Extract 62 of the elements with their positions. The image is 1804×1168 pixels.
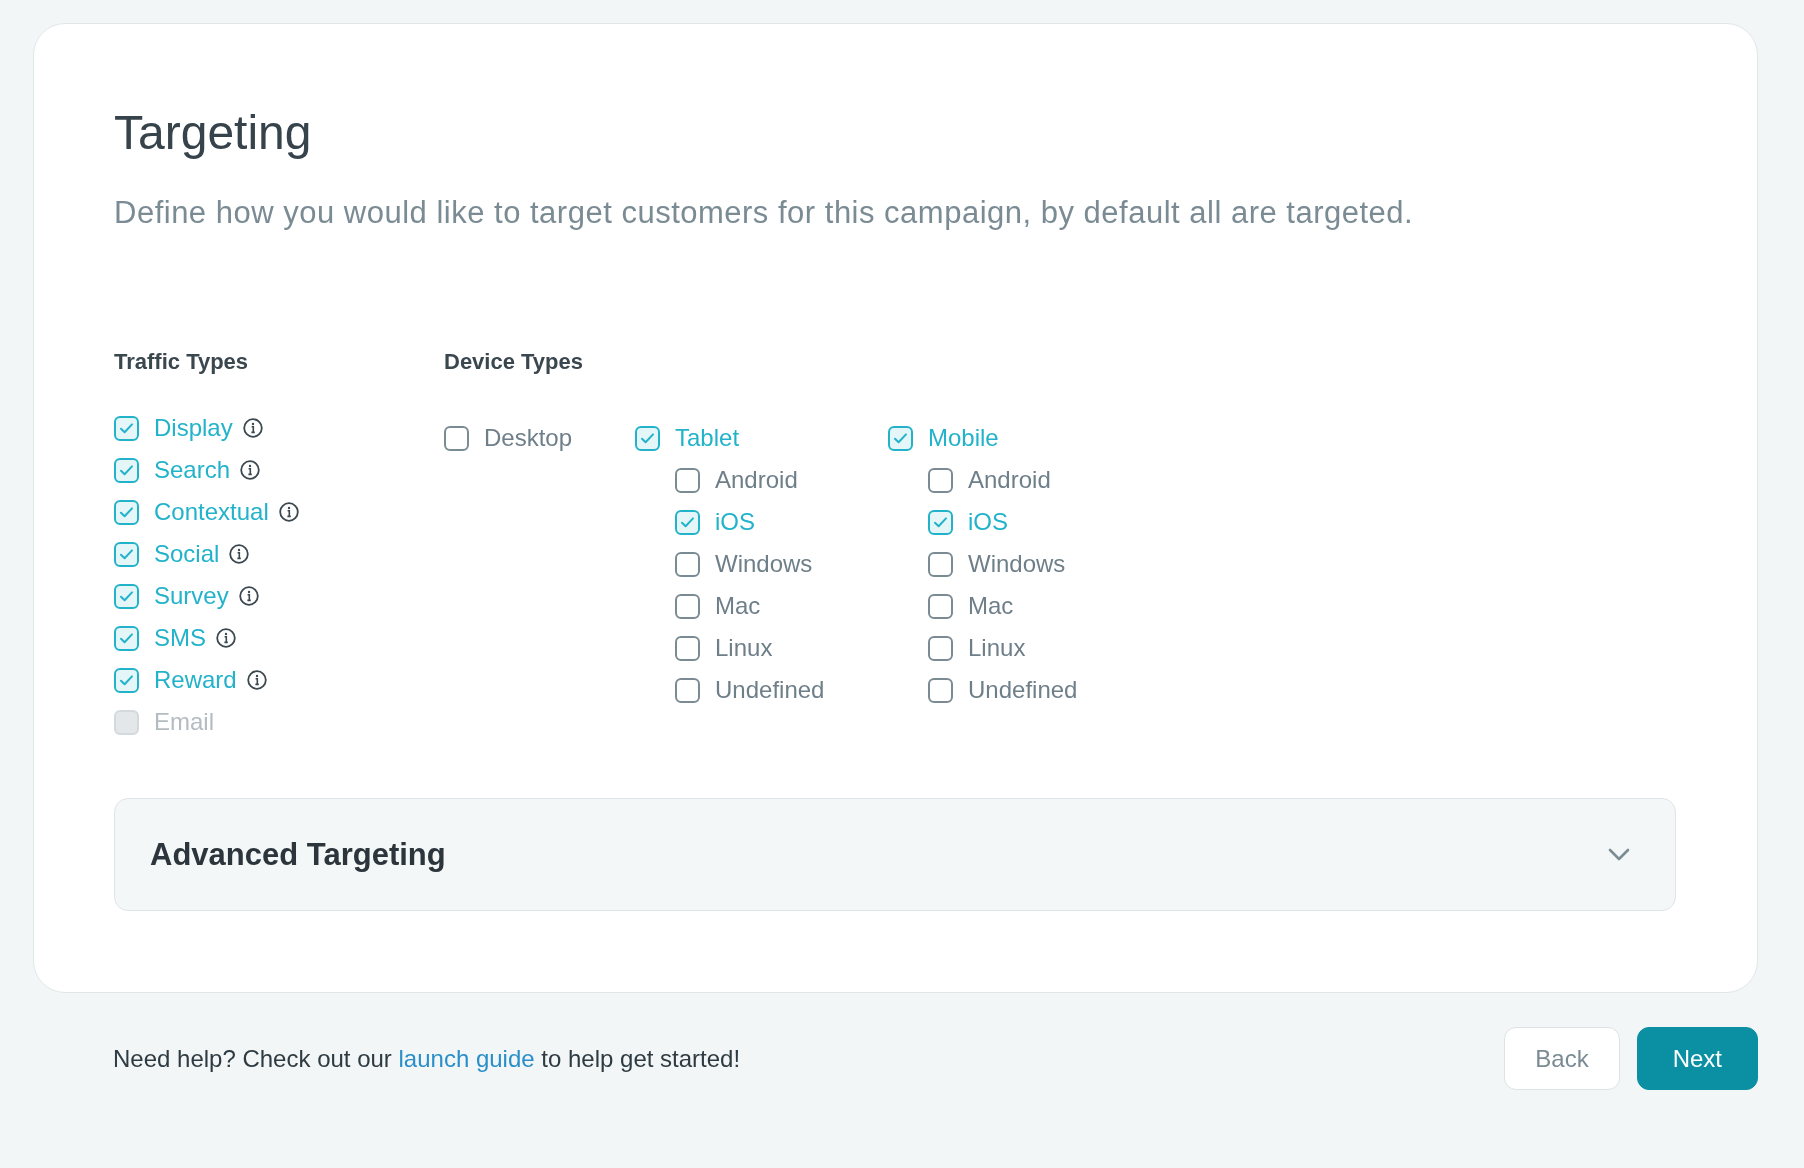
option-label[interactable]: Android <box>715 465 798 495</box>
option-label[interactable]: SMS <box>154 623 206 653</box>
launch-guide-link[interactable]: launch guide <box>398 1044 535 1072</box>
checkbox[interactable] <box>114 457 139 483</box>
option-label[interactable]: Linux <box>968 633 1026 663</box>
checkbox[interactable] <box>114 499 139 525</box>
checkbox[interactable] <box>928 677 953 703</box>
checkbox[interactable] <box>114 541 139 567</box>
checkbox[interactable] <box>675 635 700 661</box>
section-heading: Device Types <box>444 348 583 376</box>
checkbox[interactable] <box>928 467 953 493</box>
checkbox[interactable] <box>114 583 139 609</box>
option-label[interactable]: Linux <box>715 633 773 663</box>
checkbox[interactable] <box>114 625 139 651</box>
option-label[interactable]: Contextual <box>154 497 269 527</box>
checkbox[interactable] <box>928 509 953 535</box>
option-label[interactable]: Android <box>968 465 1051 495</box>
checkbox[interactable] <box>675 551 700 577</box>
info-icon[interactable] <box>278 502 299 522</box>
checkbox[interactable] <box>635 425 660 451</box>
option-label[interactable]: iOS <box>968 507 1008 537</box>
section-heading: Traffic Types <box>114 348 249 376</box>
option-label[interactable]: Desktop <box>484 423 573 453</box>
option-label[interactable]: Windows <box>968 549 1066 579</box>
info-icon[interactable] <box>229 544 250 564</box>
page-description: Define how you would like to target customers for this campaign, by default all are targeted. <box>114 195 1414 231</box>
option-label[interactable]: iOS <box>715 507 755 537</box>
info-icon[interactable] <box>242 418 263 438</box>
info-icon[interactable] <box>246 670 267 690</box>
next-button[interactable]: Next <box>1636 1027 1758 1090</box>
option-label[interactable]: Survey <box>154 581 229 611</box>
option-label[interactable]: Display <box>154 413 233 443</box>
option-label[interactable]: Social <box>154 539 220 569</box>
page-title: Targeting <box>114 105 312 161</box>
info-icon[interactable] <box>238 586 259 606</box>
advanced-targeting-panel[interactable]: Advanced Targeting <box>114 798 1676 911</box>
option-label[interactable]: Search <box>154 455 231 485</box>
checkbox[interactable] <box>114 415 139 441</box>
option-label[interactable]: Reward <box>154 665 237 695</box>
checkbox[interactable] <box>888 425 913 451</box>
option-label[interactable]: Mac <box>715 591 761 621</box>
panel-title: Advanced Targeting <box>150 836 446 873</box>
checkbox[interactable] <box>675 467 700 493</box>
help-text: Need help? Check out our launch guide to help get started! <box>113 1043 741 1074</box>
option-label[interactable]: Windows <box>715 549 813 579</box>
checkbox[interactable] <box>114 667 139 693</box>
option-label[interactable]: Tablet <box>675 423 740 453</box>
checkbox[interactable] <box>928 551 953 577</box>
checkbox[interactable] <box>675 593 700 619</box>
checkbox[interactable] <box>675 677 700 703</box>
chevron-icon[interactable] <box>1608 847 1630 862</box>
info-icon[interactable] <box>240 460 261 480</box>
back-button[interactable]: Back <box>1504 1027 1620 1090</box>
checkbox[interactable] <box>444 425 469 451</box>
option-label[interactable]: Mac <box>968 591 1014 621</box>
checkbox[interactable] <box>675 509 700 535</box>
option-label[interactable]: Undefined <box>715 675 825 705</box>
checkbox[interactable] <box>928 593 953 619</box>
info-icon[interactable] <box>216 628 236 648</box>
checkbox[interactable] <box>928 635 953 661</box>
option-label[interactable]: Undefined <box>968 675 1078 705</box>
option-label[interactable]: Mobile <box>928 423 999 453</box>
